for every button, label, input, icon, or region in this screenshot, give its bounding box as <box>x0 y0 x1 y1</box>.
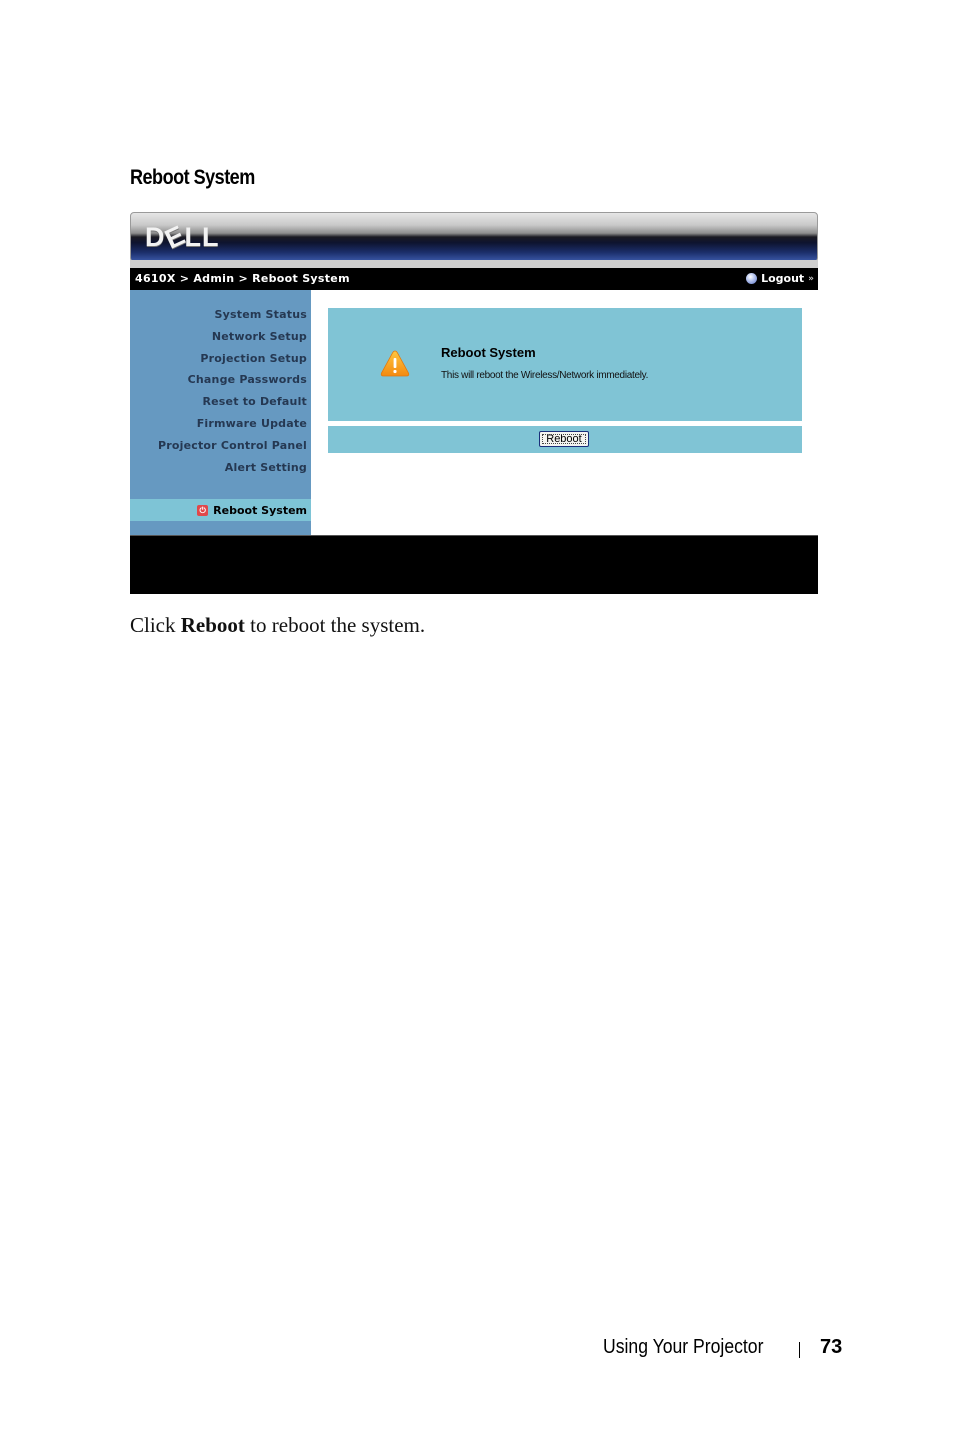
sidebar-item-change-passwords[interactable]: Change Passwords <box>130 369 311 391</box>
logout-link[interactable]: Logout » <box>746 272 814 285</box>
message-body: This will reboot the Wireless/Network im… <box>441 370 649 381</box>
sidebar-item-projector-control-panel[interactable]: Projector Control Panel <box>130 435 311 457</box>
double-chevron-icon: » <box>808 273 814 284</box>
page-footer: Using Your Projector 73 <box>603 1336 842 1359</box>
sidebar-item-reboot-system[interactable]: ⏻ Reboot System <box>130 499 311 521</box>
caption-text: to reboot the system. <box>244 613 426 637</box>
header-banner: DELL <box>130 212 818 262</box>
reboot-button[interactable]: Reboot <box>539 431 589 447</box>
dell-logo: DELL <box>145 219 220 254</box>
section-title: Reboot System <box>130 166 255 189</box>
sidebar-item-network-setup[interactable]: Network Setup <box>130 326 311 348</box>
caption: Click Reboot to reboot the system. <box>130 613 425 638</box>
sidebar-item-alert-setting[interactable]: Alert Setting <box>130 457 311 479</box>
reboot-message-panel: Reboot System This will reboot the Wirel… <box>328 308 802 421</box>
caption-emphasis: Reboot <box>180 613 245 637</box>
sidebar-item-firmware-update[interactable]: Firmware Update <box>130 413 311 435</box>
breadcrumb: 4610X > Admin > Reboot System <box>135 272 350 285</box>
page-number: 73 <box>820 1336 843 1358</box>
navbar: 4610X > Admin > Reboot System Logout » <box>130 268 818 290</box>
sidebar-item-reset-to-default[interactable]: Reset to Default <box>130 391 311 413</box>
sidebar-item-system-status[interactable]: System Status <box>130 304 311 326</box>
sidebar-item-projection-setup[interactable]: Projection Setup <box>130 348 311 370</box>
logout-bullet-icon <box>746 273 758 284</box>
chapter-title: Using Your Projector <box>603 1336 764 1358</box>
caption-text: Click <box>130 613 181 637</box>
footer-bar <box>130 535 818 594</box>
warning-icon <box>380 350 410 377</box>
sidebar-item-label: Reboot System <box>213 503 307 517</box>
button-bar: Reboot <box>328 426 802 453</box>
footer-separator <box>799 1341 800 1358</box>
web-ui-screenshot: DELL 4610X > Admin > Reboot System Logou… <box>130 212 818 594</box>
power-icon: ⏻ <box>197 504 209 516</box>
divider-strip <box>130 260 818 268</box>
logout-label: Logout <box>761 272 805 285</box>
message-title: Reboot System <box>441 345 536 360</box>
sidebar: System Status Network Setup Projection S… <box>130 290 311 535</box>
